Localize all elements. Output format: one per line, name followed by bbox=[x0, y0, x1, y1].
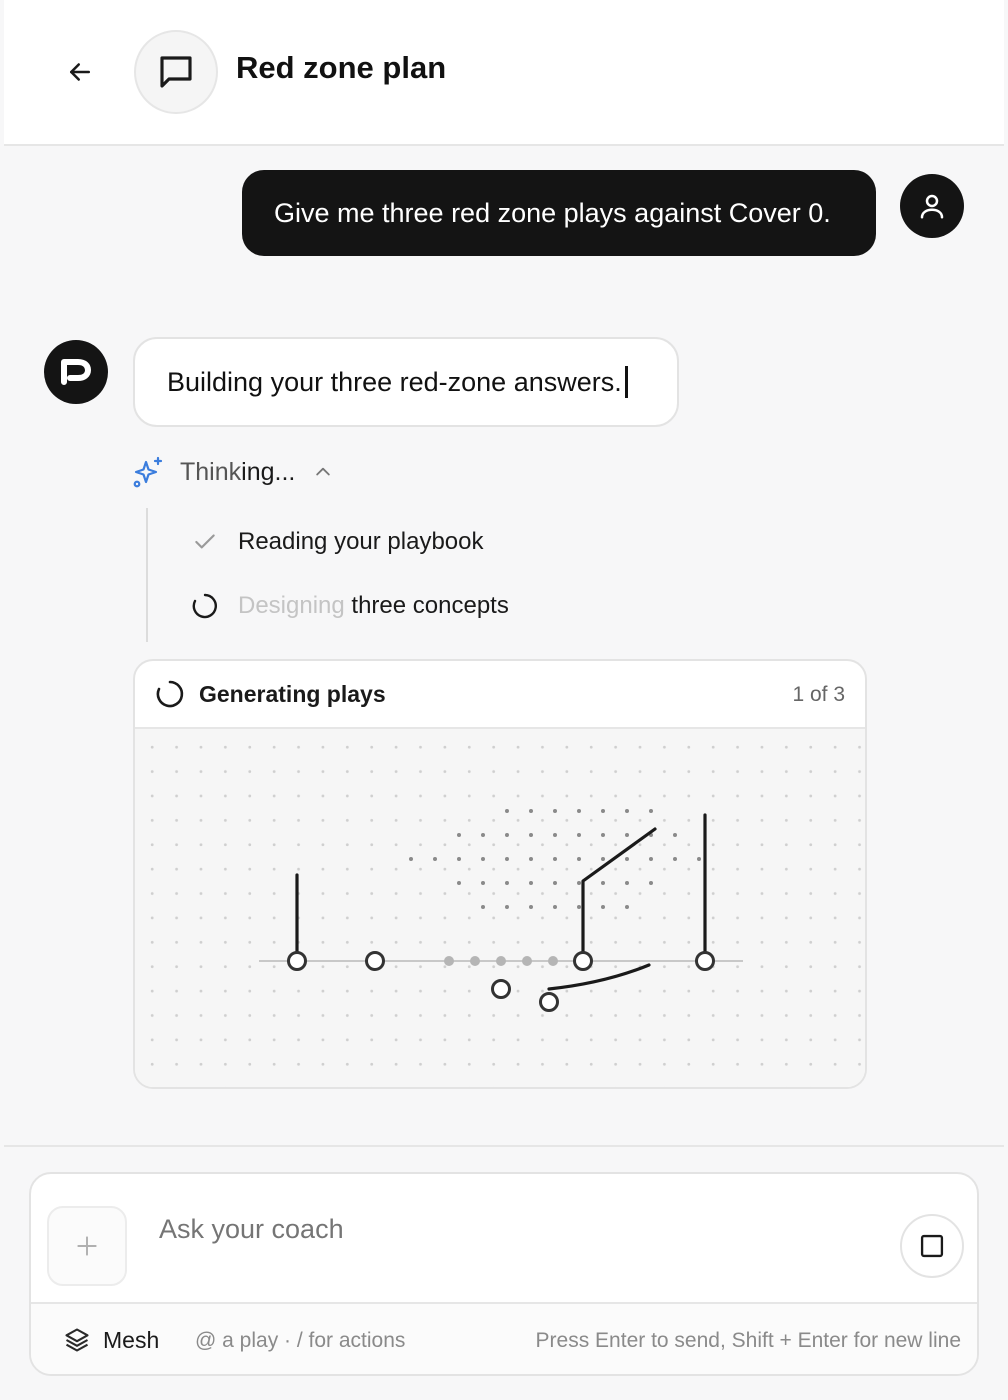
mention-hint: @ a play · / for actions bbox=[195, 1329, 406, 1352]
check-icon bbox=[195, 534, 215, 549]
mesh-selector[interactable]: Mesh bbox=[63, 1326, 159, 1354]
spinner-icon bbox=[192, 593, 217, 619]
send-hint: Press Enter to send, Shift + Enter for n… bbox=[535, 1329, 961, 1352]
conversation-icon-badge bbox=[134, 30, 218, 114]
user-message-text: Give me three red zone plays against Cov… bbox=[274, 197, 831, 228]
page-title: Red zone plan bbox=[236, 50, 447, 85]
play-diagram-canvas bbox=[135, 729, 865, 1087]
spinner-icon bbox=[156, 680, 184, 708]
thinking-step-text: Reading your playbook bbox=[238, 528, 484, 555]
user-avatar[interactable] bbox=[900, 174, 964, 238]
assistant-message-text: Building your three red-zone answers. bbox=[167, 366, 622, 397]
mesh-label: Mesh bbox=[103, 1326, 160, 1353]
chevron-up-icon[interactable] bbox=[313, 462, 333, 482]
thinking-toggle[interactable]: Thinking... bbox=[132, 452, 333, 492]
composer: Mesh @ a play · / for actions Press Ente… bbox=[29, 1172, 979, 1376]
p-logo-icon bbox=[61, 359, 91, 385]
thinking-label-start: Think bbox=[180, 457, 242, 486]
thinking-label: Thinking... bbox=[180, 458, 295, 487]
thinking-steps-rail bbox=[146, 508, 148, 642]
play-counter: 1 of 3 bbox=[792, 683, 845, 706]
play-diagram bbox=[259, 809, 743, 1012]
thinking-step-active: Designing three concepts bbox=[192, 586, 509, 626]
typing-caret bbox=[624, 366, 628, 398]
thinking-step-done: Reading your playbook bbox=[192, 522, 484, 562]
message-square-icon bbox=[160, 56, 192, 88]
layers-icon bbox=[65, 1328, 89, 1352]
message-input[interactable] bbox=[159, 1214, 859, 1245]
arrow-left-icon bbox=[70, 63, 90, 81]
assistant-message-bubble: Building your three red-zone answers. bbox=[133, 337, 679, 427]
pre-snap-read-dots bbox=[409, 809, 701, 909]
thinking-step-text: Designing three concepts bbox=[238, 592, 509, 620]
sparkles-icon bbox=[133, 456, 163, 488]
composer-divider bbox=[4, 1145, 1004, 1147]
play-generation-card: Generating plays 1 of 3 bbox=[133, 659, 867, 1089]
stop-square-icon bbox=[920, 1234, 944, 1258]
composer-footer: Mesh @ a play · / for actions Press Ente… bbox=[31, 1302, 977, 1374]
stop-generation-button[interactable] bbox=[900, 1214, 964, 1278]
thinking-label-end: ing... bbox=[241, 457, 296, 486]
card-title: Generating plays bbox=[199, 680, 386, 707]
back-button[interactable] bbox=[56, 48, 104, 96]
thinking-step-text-main: three concepts bbox=[344, 592, 509, 619]
user-icon bbox=[920, 194, 944, 219]
plus-icon bbox=[77, 1236, 97, 1256]
card-header: Generating plays 1 of 3 bbox=[135, 661, 865, 729]
thinking-step-text-dim: Designing bbox=[238, 592, 345, 619]
header: Red zone plan bbox=[4, 0, 1004, 146]
user-message-bubble: Give me three red zone plays against Cov… bbox=[242, 170, 876, 256]
assistant-avatar bbox=[44, 340, 108, 404]
add-attachment-button[interactable] bbox=[47, 1206, 127, 1286]
